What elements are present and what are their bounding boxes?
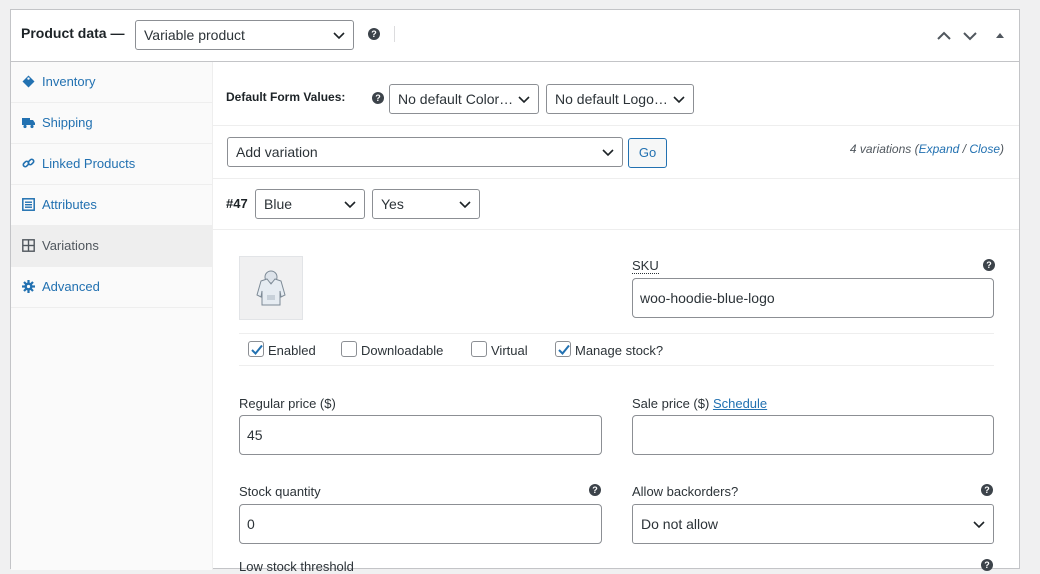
chevron-down-icon	[673, 96, 685, 104]
product-type-value: Variable product	[144, 27, 245, 43]
add-variation-value: Add variation	[236, 144, 318, 160]
checkmark-icon	[251, 344, 263, 355]
backorders-select[interactable]: Do not allow	[632, 504, 994, 544]
sidebar-item-shipping[interactable]: Shipping	[11, 103, 212, 144]
move-down-icon[interactable]	[963, 30, 977, 42]
collapse-toggle-icon[interactable]	[995, 30, 1005, 40]
downloadable-label: Downloadable	[361, 343, 444, 358]
sidebar-item-attributes[interactable]: Attributes	[11, 185, 212, 226]
variation-logo-select[interactable]: Yes	[372, 189, 480, 219]
variation-count: 4 variations (Expand / Close)	[850, 142, 1004, 156]
link-icon	[22, 158, 35, 168]
divider	[239, 333, 994, 334]
stock-quantity-input[interactable]: 0	[239, 504, 602, 544]
go-button[interactable]: Go	[628, 138, 667, 168]
regular-price-input[interactable]: 45	[239, 415, 602, 455]
virtual-checkbox[interactable]	[471, 341, 487, 357]
help-icon[interactable]: ?	[372, 92, 384, 104]
downloadable-checkbox[interactable]	[341, 341, 357, 357]
list-icon	[22, 198, 35, 211]
chevron-down-icon	[333, 32, 345, 40]
schedule-link[interactable]: Schedule	[713, 396, 767, 411]
help-icon[interactable]: ?	[589, 484, 601, 496]
chevron-down-icon	[344, 201, 356, 209]
product-data-panel: Product data — Variable product ? Invent…	[10, 9, 1020, 574]
manage-stock-checkbox[interactable]	[555, 341, 571, 357]
virtual-label: Virtual	[491, 343, 528, 358]
sku-label-text: SKU	[632, 258, 659, 274]
divider	[213, 178, 1019, 179]
variation-image[interactable]	[239, 256, 303, 320]
product-data-tabs: Inventory Shipping Linked Products Attri…	[11, 62, 213, 570]
sidebar-item-label: Attributes	[42, 197, 97, 212]
sale-price-label-text: Sale price ($)	[632, 396, 710, 411]
chevron-down-icon	[459, 201, 471, 209]
default-logo-select[interactable]: No default Logo…	[546, 84, 694, 114]
backorders-value: Do not allow	[641, 516, 719, 532]
header-divider	[394, 26, 395, 42]
help-icon[interactable]: ?	[981, 484, 993, 496]
sku-input[interactable]: woo-hoodie-blue-logo	[632, 278, 994, 318]
sidebar-item-label: Variations	[42, 238, 99, 253]
help-icon[interactable]: ?	[368, 28, 380, 40]
variation-color-value: Blue	[264, 196, 293, 212]
divider	[213, 229, 1019, 230]
sidebar-item-label: Linked Products	[42, 156, 136, 171]
enabled-label: Enabled	[268, 343, 316, 358]
chevron-down-icon	[973, 521, 985, 529]
sidebar-item-label: Advanced	[42, 279, 100, 294]
default-color-value: No default Color…	[398, 91, 514, 107]
variation-logo-value: Yes	[381, 196, 404, 212]
help-icon[interactable]: ?	[981, 559, 993, 571]
panel-header: Product data — Variable product ?	[11, 10, 1019, 62]
add-variation-select[interactable]: Add variation	[227, 137, 623, 167]
default-logo-value: No default Logo…	[555, 91, 668, 107]
truck-icon	[22, 118, 35, 129]
hoodie-image-icon	[256, 270, 286, 306]
sidebar-item-variations[interactable]: Variations	[11, 226, 212, 267]
low-stock-threshold-label: Low stock threshold	[239, 559, 354, 574]
sidebar-item-inventory[interactable]: Inventory	[11, 62, 212, 103]
default-color-select[interactable]: No default Color…	[389, 84, 539, 114]
sidebar-item-label: Shipping	[42, 115, 93, 130]
divider	[239, 365, 994, 366]
tag-icon	[22, 75, 35, 88]
sale-price-input[interactable]	[632, 415, 994, 455]
sidebar-item-label: Inventory	[42, 74, 96, 89]
checkmark-icon	[558, 344, 570, 355]
product-type-select[interactable]: Variable product	[135, 20, 354, 50]
help-icon[interactable]: ?	[983, 259, 995, 271]
manage-stock-label: Manage stock?	[575, 343, 664, 358]
sale-price-label: Sale price ($) Schedule	[632, 396, 767, 411]
stock-quantity-label: Stock quantity	[239, 484, 321, 499]
variation-count-end: )	[1000, 142, 1004, 156]
allow-backorders-label: Allow backorders?	[632, 484, 739, 499]
sku-label: SKU	[632, 258, 659, 274]
panel-title: Product data —	[21, 25, 125, 41]
grid-icon	[22, 239, 35, 252]
enabled-checkbox[interactable]	[248, 341, 264, 357]
variation-color-select[interactable]: Blue	[255, 189, 365, 219]
default-form-values-label: Default Form Values:	[226, 90, 346, 104]
close-link[interactable]: Close	[969, 142, 1000, 156]
variation-id: #47	[226, 196, 248, 211]
gear-icon	[22, 280, 35, 293]
variations-panel: Default Form Values: ? No default Color……	[213, 62, 1019, 574]
divider	[213, 125, 1019, 126]
separator: /	[959, 142, 970, 156]
regular-price-label: Regular price ($)	[239, 396, 336, 411]
expand-link[interactable]: Expand	[919, 142, 960, 156]
sidebar-item-linked-products[interactable]: Linked Products	[11, 144, 212, 185]
variation-count-text: 4 variations (	[849, 142, 919, 156]
chevron-down-icon	[518, 96, 530, 104]
chevron-down-icon	[602, 149, 614, 157]
sidebar-item-advanced[interactable]: Advanced	[11, 267, 212, 308]
move-up-icon[interactable]	[937, 30, 951, 42]
